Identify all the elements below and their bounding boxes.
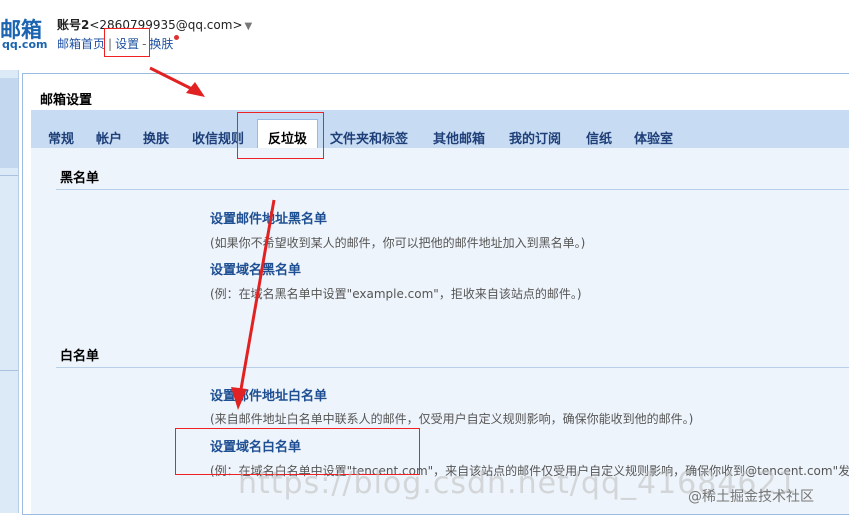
account-switcher[interactable]: 账号2<2860799935@qq.com> ▼ bbox=[57, 16, 252, 33]
section-divider bbox=[56, 189, 849, 190]
sidebar-divider-2 bbox=[0, 370, 18, 371]
sidebar-block bbox=[0, 78, 18, 168]
tab-skin[interactable]: 换肤 bbox=[143, 128, 169, 147]
left-sidebar-edge bbox=[0, 70, 19, 513]
blacklist-address-link[interactable]: 设置邮件地址黑名单 bbox=[210, 208, 327, 227]
whitelist-address-desc: (来自邮件地址白名单中联系人的邮件，仅受用户自定义规则影响，确保你能收到他的邮件… bbox=[210, 412, 694, 426]
tab-my-subscriptions[interactable]: 我的订阅 bbox=[509, 128, 561, 147]
settings-tabbar: 常规 帐户 换肤 收信规则 反垃圾 文件夹和标签 其他邮箱 我的订阅 信纸 体验… bbox=[31, 110, 849, 148]
watermark-community: @稀土掘金技术社区 bbox=[688, 489, 814, 505]
annotation-box-anti-spam bbox=[237, 112, 324, 159]
tab-folders-labels[interactable]: 文件夹和标签 bbox=[330, 128, 408, 147]
blacklist-address-desc: (如果你不希望收到某人的邮件，你可以把他的邮件地址加入到黑名单。) bbox=[210, 236, 586, 250]
mail-home-link[interactable]: 邮箱首页 bbox=[57, 37, 105, 51]
annotation-box-settings bbox=[104, 28, 150, 57]
tab-other-mailboxes[interactable]: 其他邮箱 bbox=[433, 128, 485, 147]
page-title: 邮箱设置 bbox=[40, 93, 93, 108]
chevron-down-icon[interactable]: ▼ bbox=[245, 21, 253, 32]
account-name: 账号2 bbox=[57, 18, 90, 32]
sidebar-divider bbox=[0, 175, 18, 176]
blacklist-title: 黑名单 bbox=[60, 171, 100, 186]
tab-stationery[interactable]: 信纸 bbox=[586, 128, 612, 147]
tab-general[interactable]: 常规 bbox=[48, 128, 74, 147]
tab-account[interactable]: 帐户 bbox=[96, 128, 122, 147]
skin-link[interactable]: 换肤 bbox=[149, 37, 173, 51]
settings-panel: 邮箱设置 常规 帐户 换肤 收信规则 反垃圾 文件夹和标签 其他邮箱 我的订阅 … bbox=[22, 73, 849, 515]
mail-logo-domain: qq.com bbox=[2, 38, 48, 51]
section-divider-2 bbox=[56, 367, 849, 368]
tab-content bbox=[31, 148, 849, 514]
tab-lab[interactable]: 体验室 bbox=[634, 128, 673, 147]
blacklist-domain-desc: (例：在域名黑名单中设置"example.com"，拒收来自该站点的邮件。) bbox=[210, 287, 582, 301]
blacklist-domain-link[interactable]: 设置域名黑名单 bbox=[210, 259, 301, 278]
new-dot-icon bbox=[174, 35, 180, 40]
whitelist-address-link[interactable]: 设置邮件地址白名单 bbox=[210, 385, 327, 404]
whitelist-title: 白名单 bbox=[60, 349, 100, 364]
